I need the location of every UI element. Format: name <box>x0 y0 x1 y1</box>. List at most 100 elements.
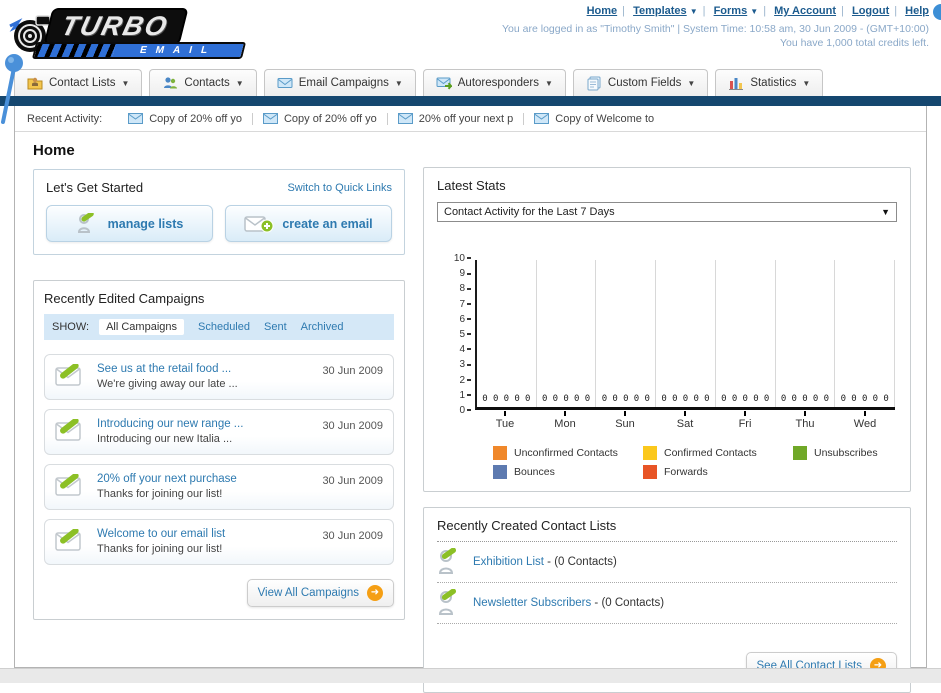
help-bubble-icon[interactable] <box>933 4 941 20</box>
person-pencil-icon <box>77 212 94 233</box>
manage-lists-button[interactable]: manage lists <box>46 205 213 242</box>
legend-label: Confirmed Contacts <box>664 447 757 459</box>
top-link-home[interactable]: Home <box>587 5 618 17</box>
recent-activity-item[interactable]: 20% off your next p <box>388 112 525 125</box>
y-tick-label: 7 <box>437 299 471 310</box>
campaigns-title: Recently Edited Campaigns <box>44 291 205 306</box>
filter-sent[interactable]: Sent <box>264 321 287 333</box>
legend-swatch <box>493 465 507 479</box>
contact-list-link[interactable]: Newsletter Subscribers <box>473 597 591 609</box>
switch-quick-links[interactable]: Switch to Quick Links <box>287 182 392 194</box>
legend-item: Bounces <box>493 465 643 479</box>
bar-value-label: 0 <box>601 394 608 404</box>
filter-scheduled[interactable]: Scheduled <box>198 321 250 333</box>
login-info: You are logged in as "Timothy Smith" | S… <box>502 22 929 50</box>
bar-value-label: 0 <box>492 394 499 404</box>
bar-value-label: 0 <box>482 394 488 404</box>
filter-archived[interactable]: Archived <box>301 321 344 333</box>
envelope-icon <box>534 113 550 124</box>
tab-statistics[interactable]: Statistics ▼ <box>715 69 824 96</box>
get-started-panel: Let's Get Started Switch to Quick Links … <box>33 169 405 255</box>
top-link-my-account[interactable]: My Account <box>774 5 836 17</box>
campaign-title[interactable]: Introducing our new range ... <box>97 418 243 430</box>
email-campaigns-icon <box>277 78 293 88</box>
recent-activity-item[interactable]: Copy of 20% off yo <box>118 112 253 125</box>
campaign-row[interactable]: See us at the retail food ... We're givin… <box>44 354 394 400</box>
contact-list-row[interactable]: Exhibition List - (0 Contacts) <box>437 542 897 583</box>
manage-lists-label: manage lists <box>107 216 184 231</box>
recent-activity-bar: Recent Activity: Copy of 20% off yo Copy… <box>15 106 926 132</box>
bar-value-label: 0 <box>861 394 868 404</box>
campaign-row[interactable]: Introducing our new range ... Introducing… <box>44 409 394 455</box>
campaign-title[interactable]: Welcome to our email list <box>97 528 225 540</box>
bar-value-label: 0 <box>682 394 689 404</box>
top-link-help[interactable]: Help <box>905 5 929 17</box>
create-email-button[interactable]: create an email <box>225 205 392 242</box>
campaign-title[interactable]: 20% off your next purchase <box>97 473 237 485</box>
logo-wordmark: TURBO <box>43 8 189 45</box>
stats-dropdown[interactable]: Contact Activity for the Last 7 Days ▼ <box>437 202 897 222</box>
latest-stats-title: Latest Stats <box>437 178 506 193</box>
bar-value-label: 0 <box>704 394 710 404</box>
contact-lists-panel: Recently Created Contact Lists Exhibitio… <box>423 507 911 693</box>
bar-value-label: 0 <box>742 394 748 404</box>
contact-list-link[interactable]: Exhibition List <box>473 556 544 568</box>
top-link-forms[interactable]: Forms <box>714 5 748 17</box>
x-tick-label: Sun <box>595 411 655 430</box>
bar-value-label: 0 <box>633 394 640 404</box>
tab-email-campaigns[interactable]: Email Campaigns ▼ <box>263 69 416 96</box>
activity-item-text: 20% off your next p <box>418 112 514 125</box>
bar-value-label: 0 <box>872 394 879 404</box>
main-nav: Contact Lists ▼ Contacts ▼ Email Campaigns… <box>0 66 941 96</box>
tab-contacts[interactable]: Contacts ▼ <box>149 69 257 96</box>
person-pencil-icon <box>438 548 457 574</box>
tab-autoresponders[interactable]: Autoresponders ▼ <box>422 69 566 96</box>
bar-value-label: 0 <box>525 394 531 404</box>
activity-item-text: Copy of 20% off yo <box>149 112 242 125</box>
x-tick-label: Tue <box>475 411 535 430</box>
bar-value-label: 0 <box>552 394 559 404</box>
turbo-email-logo[interactable]: TURBO EMAIL <box>8 6 258 60</box>
tab-custom-fields[interactable]: Custom Fields ▼ <box>572 69 709 96</box>
legend-label: Unsubscribes <box>814 447 878 459</box>
bar-value-label: 0 <box>731 394 738 404</box>
logo-stripes <box>34 44 116 57</box>
y-tick-label: 6 <box>437 314 471 325</box>
bar-value-label: 0 <box>693 394 699 404</box>
columns: Let's Get Started Switch to Quick Links … <box>15 167 926 693</box>
recent-activity-item[interactable]: Copy of Welcome to <box>524 113 664 125</box>
envelope-pencil-icon <box>55 419 81 441</box>
bar-value-label: 0 <box>851 394 857 404</box>
campaign-title[interactable]: See us at the retail food ... <box>97 363 231 375</box>
tab-contact-lists[interactable]: Contact Lists ▼ <box>14 69 143 96</box>
tab-label: Autoresponders <box>457 77 539 89</box>
bar-value-label: 0 <box>661 394 667 404</box>
chart-group: 00000 <box>776 260 836 407</box>
logo-bar: EMAIL <box>31 42 247 59</box>
recent-activity-label: Recent Activity: <box>27 112 103 125</box>
contact-list-count: - (0 Contacts) <box>543 556 617 568</box>
y-tick-label: 2 <box>437 375 471 386</box>
y-tick-label: 1 <box>437 390 471 401</box>
left-column: Let's Get Started Switch to Quick Links … <box>33 167 405 693</box>
campaign-row[interactable]: 20% off your next purchase Thanks for joi… <box>44 464 394 510</box>
contacts-icon <box>164 77 178 89</box>
custom-fields-icon <box>587 76 601 91</box>
campaign-row[interactable]: Welcome to our email list Thanks for join… <box>44 519 394 565</box>
tab-label: Email Campaigns <box>298 77 389 89</box>
campaign-subtitle: Introducing our new Italia ... <box>97 433 233 445</box>
pin-decoration <box>1 54 23 124</box>
tab-label: Statistics <box>750 77 797 89</box>
statistics-icon <box>729 78 744 90</box>
top-link-logout[interactable]: Logout <box>852 5 889 17</box>
contact-list-row[interactable]: Newsletter Subscribers - (0 Contacts) <box>437 583 897 624</box>
contact-activity-chart: 10 9 8 7 6 5 4 3 2 1 0 000000000000000000000000000… <box>437 254 897 430</box>
recent-activity-item[interactable]: Copy of 20% off yo <box>253 112 388 125</box>
view-all-campaigns-button[interactable]: View All Campaigns ➜ <box>246 579 394 607</box>
chevron-down-icon: ▼ <box>121 78 130 88</box>
contact-list-count: - (0 Contacts) <box>591 597 665 609</box>
legend-label: Unconfirmed Contacts <box>514 447 618 459</box>
filter-all-campaigns[interactable]: All Campaigns <box>99 319 184 335</box>
page-title: Home <box>33 142 75 159</box>
top-link-templates[interactable]: Templates <box>633 5 687 17</box>
